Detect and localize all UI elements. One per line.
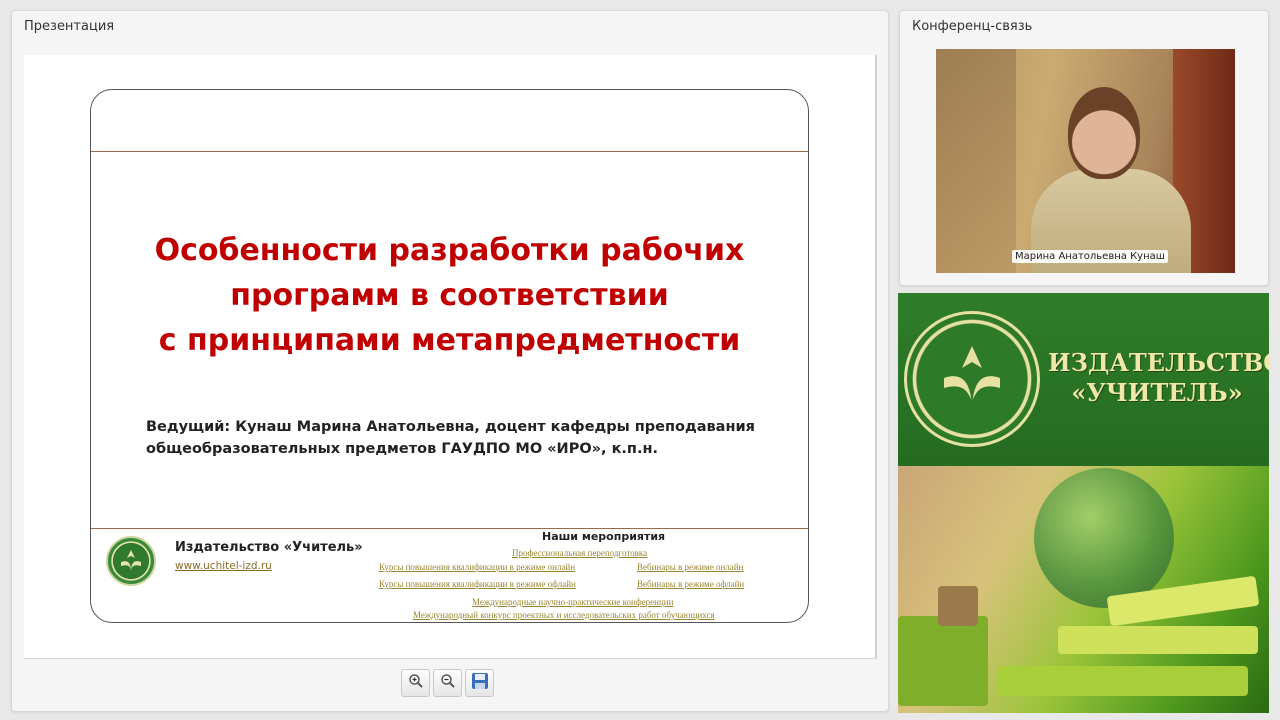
presenter-line: общеобразовательных предметов ГАУДПО МО …: [146, 441, 658, 457]
zoom-in-button[interactable]: [401, 669, 430, 697]
banner-title-line: ИЗДАТЕЛЬСТВО: [1048, 348, 1269, 377]
book-image: [998, 666, 1248, 696]
slide-title-line: Особенности разработки рабочих: [154, 233, 745, 268]
event-link[interactable]: Вебинары в режиме офлайн: [637, 579, 744, 589]
conference-panel: Конференц-связь Марина Анатольевна Кунаш: [899, 10, 1269, 286]
slide-divider-bottom: [91, 528, 808, 529]
book-image: [938, 586, 978, 626]
globe-image: [1034, 468, 1174, 608]
book-image: [1058, 626, 1258, 654]
event-link[interactable]: Курсы повышения квалификации в режиме он…: [379, 562, 575, 572]
conference-panel-title: Конференц-связь: [912, 19, 1033, 34]
banner-image: [898, 466, 1269, 713]
participant-figure: [1068, 87, 1140, 179]
publisher-link[interactable]: www.uchitel-izd.ru: [175, 560, 272, 572]
participant-name-tag: Марина Анатольевна Кунаш: [1012, 250, 1168, 263]
publisher-logo-icon: [106, 536, 156, 586]
zoom-in-icon: [408, 673, 424, 693]
zoom-out-button[interactable]: [433, 669, 462, 697]
presentation-panel-title: Презентация: [24, 19, 115, 34]
banner-title: ИЗДАТЕЛЬСТВО «УЧИТЕЛЬ»: [1048, 348, 1269, 408]
save-button[interactable]: [465, 669, 494, 697]
banner-title-line: «УЧИТЕЛЬ»: [1071, 378, 1243, 407]
slide-presenter: Ведущий: Кунаш Марина Анатольевна, доцен…: [146, 416, 766, 460]
save-icon: [471, 672, 489, 694]
event-link[interactable]: Международные научно-практические конфер…: [472, 597, 673, 607]
slide-title-line: с принципами метапредметности: [158, 323, 741, 358]
slide-area: Особенности разработки рабочих программ …: [24, 55, 877, 659]
banner-logo-icon: [904, 311, 1040, 447]
zoom-out-icon: [440, 673, 456, 693]
slide-frame: Особенности разработки рабочих программ …: [90, 89, 809, 623]
event-link[interactable]: Международный конкурс проектных и исслед…: [413, 610, 715, 620]
participant-video[interactable]: Марина Анатольевна Кунаш: [936, 49, 1235, 273]
slide-divider-top: [91, 151, 808, 152]
publisher-banner: ИЗДАТЕЛЬСТВО «УЧИТЕЛЬ»: [898, 293, 1269, 713]
slide-title-line: программ в соответствии: [230, 278, 669, 313]
publisher-name: Издательство «Учитель»: [175, 540, 363, 555]
event-link[interactable]: Профессиональная переподготовка: [512, 548, 647, 558]
slide-title: Особенности разработки рабочих программ …: [91, 228, 808, 363]
event-link[interactable]: Курсы повышения квалификации в режиме оф…: [379, 579, 576, 589]
banner-header: ИЗДАТЕЛЬСТВО «УЧИТЕЛЬ»: [898, 293, 1269, 466]
presentation-panel: Презентация Особенности разработки рабоч…: [11, 10, 889, 712]
book-image: [898, 616, 988, 706]
video-background: [936, 49, 1016, 273]
event-link[interactable]: Вебинары в режиме онлайн: [637, 562, 743, 572]
events-title: Наши мероприятия: [542, 530, 666, 543]
presentation-toolbar: [401, 669, 494, 697]
presenter-line: Ведущий: Кунаш Марина Анатольевна, доцен…: [146, 419, 755, 435]
